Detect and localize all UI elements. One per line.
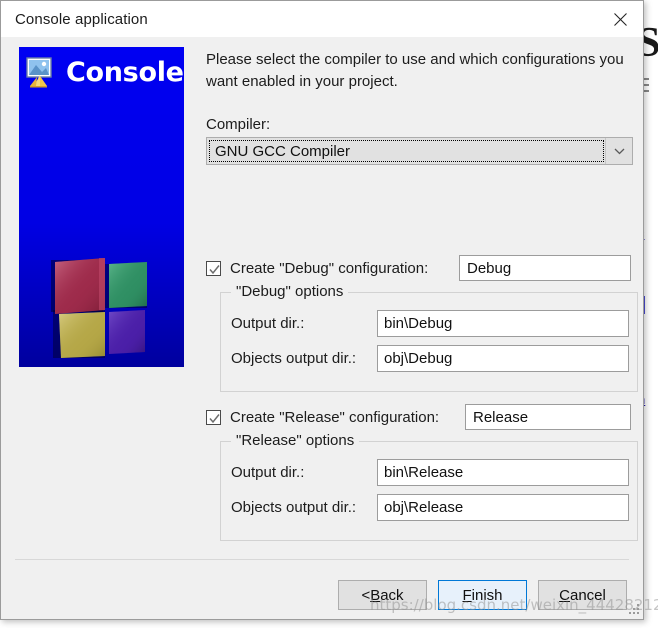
debug-options-groupbox: "Debug" options Output dir.: bin\Debug O… [220, 283, 638, 392]
debug-output-dir-row: Output dir.: bin\Debug [231, 310, 629, 337]
release-options-title: "Release" options [231, 432, 360, 449]
console-application-wizard-dialog: Console application Console Please selec… [0, 0, 644, 620]
cancel-button-mnemonic: C [559, 586, 570, 604]
create-debug-configuration-label: Create "Debug" configuration: [230, 259, 429, 277]
release-output-dir-input[interactable]: bin\Release [377, 459, 629, 486]
debug-objects-dir-value: obj\Debug [384, 350, 453, 367]
resize-grip[interactable] [628, 604, 640, 616]
release-objects-dir-row: Objects output dir.: obj\Release [231, 494, 629, 521]
cancel-button[interactable]: Cancel [538, 580, 627, 610]
debug-checkbox-row: Create "Debug" configuration: Debug [206, 255, 638, 281]
back-button[interactable]: < Back [338, 580, 427, 610]
release-objects-dir-label: Objects output dir.: [231, 499, 357, 516]
release-output-dir-row: Output dir.: bin\Release [231, 459, 629, 486]
debug-configuration-name-value: Debug [467, 259, 512, 277]
chevron-down-icon[interactable] [605, 138, 632, 164]
back-button-prefix: < [361, 586, 371, 604]
debug-output-dir-value: bin\Debug [384, 315, 453, 332]
checkmark-icon [209, 264, 220, 274]
dialog-button-bar: < Back Finish Cancel [338, 580, 627, 610]
checkmark-icon [209, 413, 220, 423]
create-debug-configuration-checkbox[interactable] [206, 260, 221, 276]
debug-output-dir-input[interactable]: bin\Debug [377, 310, 629, 337]
debug-objects-dir-row: Objects output dir.: obj\Debug [231, 345, 629, 372]
dialog-title-bar: Console application [1, 1, 643, 37]
banner-title: Console [66, 56, 184, 88]
finish-button-mnemonic: F [462, 586, 472, 604]
release-objects-dir-input[interactable]: obj\Release [377, 494, 629, 521]
back-button-suffix: ack [380, 586, 404, 604]
finish-button[interactable]: Finish [438, 580, 527, 610]
dialog-client-area: Console Please select the compiler to us… [1, 37, 643, 619]
close-button[interactable] [597, 1, 643, 37]
intro-text: Please select the compiler to use and wh… [206, 51, 624, 90]
compiler-label: Compiler: [206, 116, 271, 133]
debug-configuration-name-input[interactable]: Debug [459, 255, 631, 281]
create-release-configuration-label: Create "Release" configuration: [230, 408, 440, 426]
debug-output-dir-label: Output dir.: [231, 315, 305, 332]
dialog-title: Console application [15, 10, 148, 28]
debug-configuration-block: Create "Debug" configuration: Debug "Deb… [206, 255, 638, 392]
release-configuration-block: Create "Release" configuration: Release … [206, 404, 638, 541]
codeblocks-cubes-logo [47, 252, 159, 362]
release-checkbox-row: Create "Release" configuration: Release [206, 404, 638, 430]
close-icon [613, 12, 627, 26]
release-output-dir-value: bin\Release [384, 464, 464, 481]
footer-separator [15, 559, 629, 560]
cancel-button-suffix: ancel [569, 586, 606, 604]
release-configuration-name-input[interactable]: Release [465, 404, 631, 430]
compiler-selected-value: GNU GCC Compiler [215, 142, 351, 160]
wizard-banner: Console [19, 47, 184, 367]
debug-options-title: "Debug" options [231, 283, 349, 300]
create-release-configuration-checkbox[interactable] [206, 409, 221, 425]
debug-objects-dir-label: Objects output dir.: [231, 350, 357, 367]
release-configuration-name-value: Release [473, 408, 529, 426]
release-objects-dir-value: obj\Release [384, 499, 464, 516]
finish-button-suffix: inish [471, 586, 503, 604]
back-button-mnemonic: B [370, 586, 381, 604]
release-output-dir-label: Output dir.: [231, 464, 305, 481]
console-app-icon [25, 55, 59, 89]
compiler-dropdown[interactable]: GNU GCC Compiler [206, 137, 633, 165]
banner-header: Console [25, 55, 184, 89]
debug-objects-dir-input[interactable]: obj\Debug [377, 345, 629, 372]
release-options-groupbox: "Release" options Output dir.: bin\Relea… [220, 432, 638, 541]
